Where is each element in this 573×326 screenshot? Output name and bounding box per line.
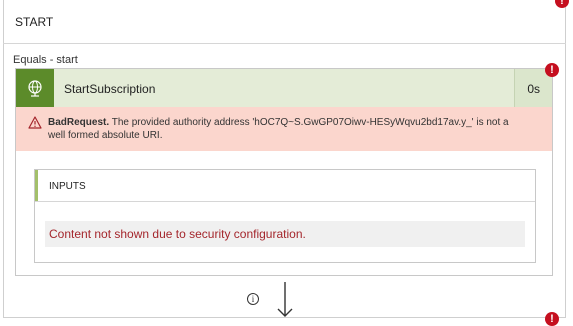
error-detail: The provided authority address 'hOC7Q~S.… [48, 117, 509, 141]
case-label: Equals - start [13, 54, 78, 66]
down-arrow-icon [277, 282, 293, 317]
condition-title: START [15, 15, 54, 29]
inputs-section: INPUTS Content not shown due to security… [34, 169, 536, 263]
security-message: Content not shown due to security config… [49, 227, 306, 241]
error-code: BadRequest. [48, 117, 110, 128]
globe-icon [28, 80, 42, 97]
error-message: BadRequest. The provided authority addre… [48, 116, 518, 142]
action-icon-tile [16, 69, 54, 107]
next-step-error-badge: ! [545, 312, 559, 326]
inputs-title: INPUTS [49, 181, 86, 192]
action-error-badge: ! [545, 63, 559, 77]
inputs-accent-bar [35, 170, 38, 201]
error-banner: BadRequest. The provided authority addre… [16, 107, 552, 151]
condition-header[interactable]: START [3, 0, 566, 44]
inputs-header[interactable]: INPUTS [35, 170, 535, 202]
info-icon[interactable]: i [247, 293, 259, 305]
inputs-body: Content not shown due to security config… [45, 221, 525, 247]
action-header[interactable]: StartSubscription 0s [16, 69, 552, 107]
warning-icon [28, 116, 42, 129]
action-duration: 0s [527, 82, 540, 96]
condition-error-badge: ! [555, 0, 569, 8]
action-title: StartSubscription [64, 82, 156, 96]
action-card: StartSubscription 0s BadRequest. The pro… [15, 68, 553, 276]
